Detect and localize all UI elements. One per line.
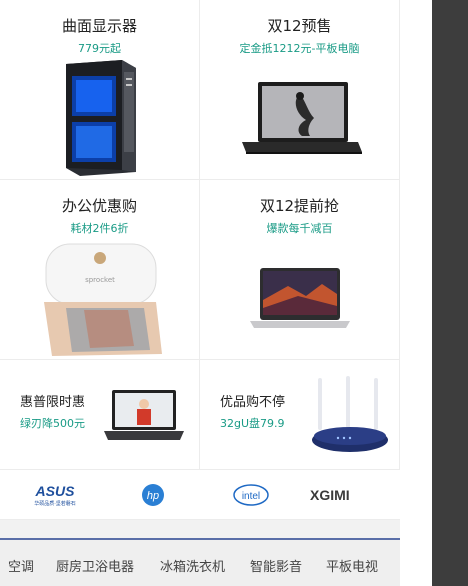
category-kitchen-bath[interactable]: 厨房卫浴电器 [56, 556, 134, 575]
xgimi-logo[interactable]: XGIMI [308, 482, 390, 508]
hp-logo[interactable]: hp [140, 482, 166, 508]
tile-title: 双12提前抢 [259, 197, 340, 215]
tile-presale[interactable]: 双12预售 定金抵1212元-平板电脑 [200, 0, 400, 180]
promo-title: 优品购不停 [220, 395, 286, 410]
tile-subtitle: 定金抵1212元-平板电脑 [239, 42, 360, 55]
main-content: 曲面显示器 779元起 双12预售 定金抵1212元-平板电脑 办公优惠购 耗材… [0, 0, 400, 586]
intel-logo[interactable]: intel [232, 482, 270, 508]
svg-text:ASUS: ASUS [35, 483, 76, 499]
router-image [312, 376, 388, 452]
promo-title: 惠普限时惠 [20, 395, 86, 410]
category-smart-av[interactable]: 智能影音 [250, 556, 302, 575]
promo-subtitle: 32gU盘79.9 [220, 417, 285, 430]
category-ac[interactable]: 空调 [8, 556, 34, 575]
asus-tagline: 华硕品质·坚若磐石 [34, 500, 76, 507]
promo-hp[interactable]: 惠普限时惠 绿刃降500元 [0, 360, 200, 470]
tile-title: 曲面显示器 [61, 17, 137, 35]
category-fridge-washer[interactable]: 冰箱洗衣机 [160, 556, 225, 575]
promo-router[interactable]: 优品购不停 32gU盘79.9 [200, 360, 400, 470]
tile-title: 双12预售 [267, 17, 332, 35]
photo-printer-image: sprocket [44, 243, 162, 356]
section-gap [0, 520, 400, 538]
category-flat-tv[interactable]: 平板电视 [326, 556, 378, 575]
brand-strip: ASUS 华硕品质·坚若磐石 hp intel XGIMI [0, 470, 400, 520]
tile-early-grab[interactable]: 双12提前抢 爆款每千减百 [200, 180, 400, 360]
tile-subtitle: 爆款每千减百 [266, 222, 333, 235]
right-sidebar [432, 0, 468, 586]
promo-subtitle: 绿刃降500元 [20, 417, 85, 430]
tile-subtitle: 779元起 [78, 42, 121, 55]
tile-subtitle: 耗材2件6折 [70, 222, 129, 235]
svg-text:intel: intel [242, 491, 260, 502]
tile-curved-monitor[interactable]: 曲面显示器 779元起 [0, 0, 200, 180]
tile-title: 办公优惠购 [61, 197, 137, 215]
macbook-image [250, 268, 350, 328]
hp-laptop-image [104, 390, 184, 440]
svg-text:hp: hp [147, 490, 159, 502]
asus-logo[interactable]: ASUS 华硕品质·坚若磐石 [24, 482, 86, 508]
printer-label: sprocket [85, 276, 115, 284]
xgimi-text: XGIMI [310, 487, 350, 503]
pc-tower-image [66, 60, 136, 176]
category-bar: 空调 厨房卫浴电器 冰箱洗衣机 智能影音 平板电视 [0, 538, 400, 586]
surface-tablet-image [242, 82, 362, 154]
tile-office-deals[interactable]: 办公优惠购 耗材2件6折 sprocket [0, 180, 200, 360]
